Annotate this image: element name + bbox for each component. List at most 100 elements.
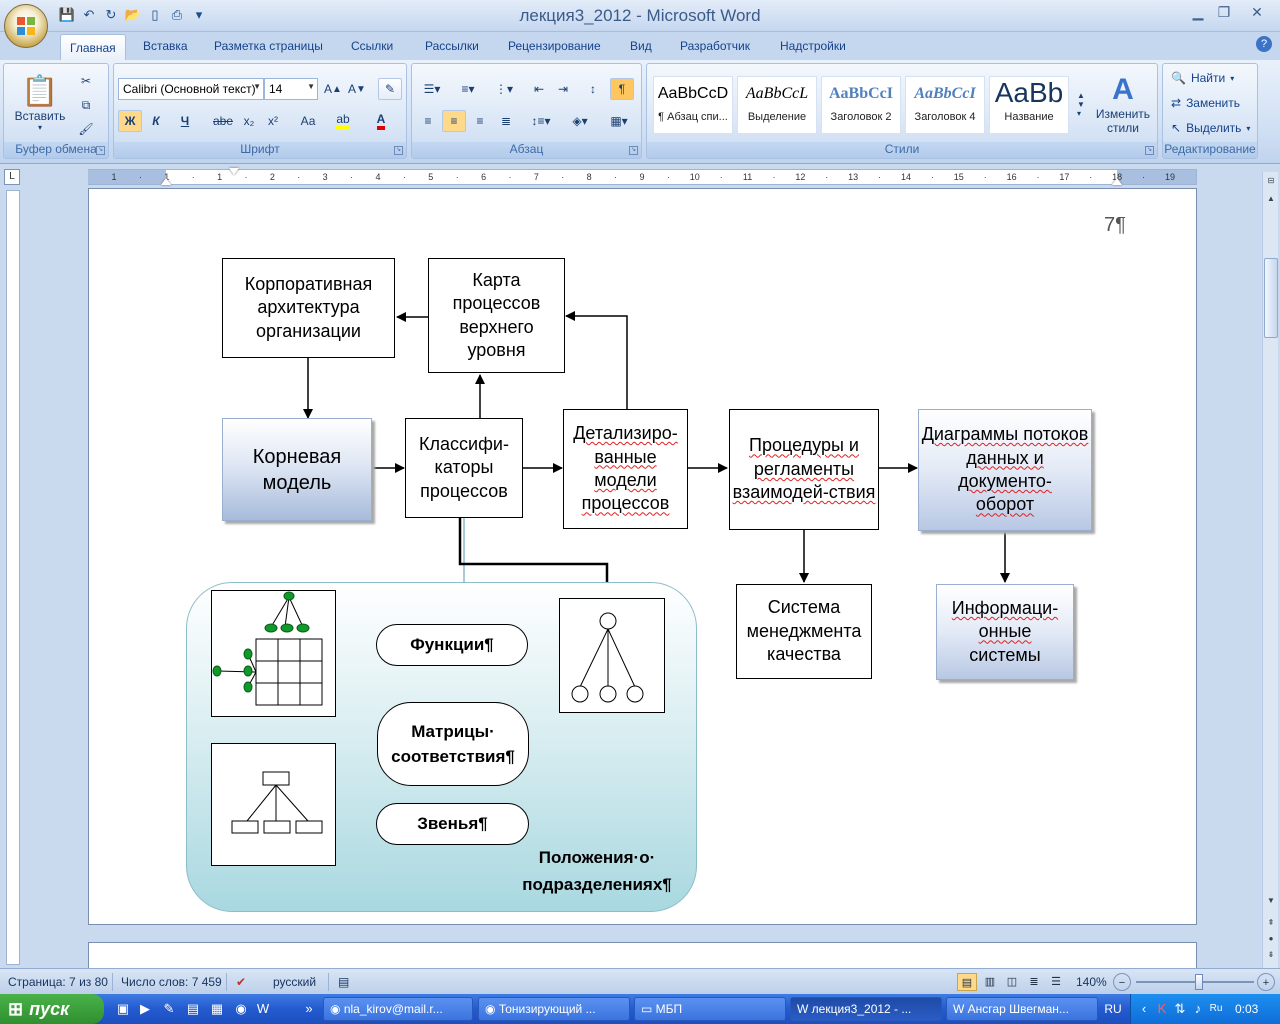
tab-addins[interactable]: Надстройки bbox=[780, 39, 846, 53]
zoom-level[interactable]: 140% bbox=[1076, 975, 1107, 989]
help-icon[interactable]: ? bbox=[1256, 36, 1272, 52]
show-desktop-icon[interactable]: ▣ bbox=[114, 1000, 132, 1018]
chrome-icon[interactable]: ◉ bbox=[232, 1000, 250, 1018]
tab-home[interactable]: Главная bbox=[60, 34, 126, 60]
antivirus-icon[interactable]: K bbox=[1153, 1000, 1171, 1018]
left-indent-marker[interactable] bbox=[161, 178, 171, 185]
start-button[interactable]: ⊞ пуск bbox=[0, 994, 104, 1024]
scroll-down-icon[interactable]: ▼ bbox=[1264, 894, 1278, 908]
first-line-indent-marker[interactable] bbox=[229, 168, 239, 175]
classifiers-box[interactable]: Классифи-каторы процессов bbox=[405, 418, 523, 518]
close-icon[interactable]: ✕ bbox=[1238, 2, 1276, 22]
tab-view[interactable]: Вид bbox=[630, 39, 652, 53]
procedures-box[interactable]: Процедуры и регламенты взаимодей-ствия bbox=[729, 409, 879, 530]
minimize-icon[interactable]: ▁ bbox=[1186, 2, 1210, 22]
tab-references[interactable]: Ссылки bbox=[351, 39, 393, 53]
process-map-box[interactable]: Карта процессов верхнего уровня bbox=[428, 258, 565, 373]
data-flow-diagrams-box[interactable]: Диаграммы потоков данных и документо- об… bbox=[918, 409, 1092, 531]
font-launcher-icon[interactable]: ↘ bbox=[394, 146, 403, 155]
multilevel-list-icon[interactable]: ⋮▾ bbox=[488, 78, 520, 100]
highlight-icon[interactable]: ab bbox=[328, 110, 358, 132]
align-left-icon[interactable]: ≡ bbox=[416, 110, 440, 132]
clipboard-launcher-icon[interactable]: ↘ bbox=[96, 146, 105, 155]
files-icon[interactable]: ▦ bbox=[208, 1000, 226, 1018]
language-indicator[interactable]: RU bbox=[1104, 1000, 1122, 1018]
vertical-ruler[interactable] bbox=[6, 190, 20, 965]
macro-record-icon[interactable]: ▤ bbox=[338, 975, 349, 989]
paste-button[interactable]: 📋 Вставить ▾ bbox=[10, 68, 70, 138]
tab-mailings[interactable]: Рассылки bbox=[425, 39, 479, 53]
tab-review[interactable]: Рецензирование bbox=[508, 39, 601, 53]
language-status[interactable]: русский bbox=[273, 975, 316, 989]
font-color-icon[interactable]: A bbox=[366, 110, 396, 132]
font-name-combo[interactable]: Calibri (Основной текст) ▼ bbox=[118, 78, 264, 100]
styles-launcher-icon[interactable]: ↘ bbox=[1145, 146, 1154, 155]
paragraph-launcher-icon[interactable]: ↘ bbox=[629, 146, 638, 155]
style-tile-heading-4[interactable]: AaBbCcI Заголовок 4 bbox=[905, 76, 985, 134]
scrollbar-thumb[interactable] bbox=[1264, 258, 1278, 338]
shading-icon[interactable]: ◈▾ bbox=[562, 110, 598, 132]
right-indent-marker[interactable] bbox=[1112, 178, 1122, 185]
keyboard-layout-icon[interactable]: Ru bbox=[1207, 1000, 1225, 1018]
information-systems-box[interactable]: Информаци- онные системы bbox=[936, 584, 1074, 680]
quality-management-box[interactable]: Система менеджмента качества bbox=[736, 584, 872, 679]
taskbar-item-word-2[interactable]: W Ансгар Швегман... bbox=[946, 997, 1098, 1021]
matrices-pill[interactable]: Матрицы· соответствия¶ bbox=[377, 702, 529, 786]
format-painter-icon[interactable]: 🖌 bbox=[74, 118, 98, 140]
style-tile-heading-2[interactable]: AaBbCcI Заголовок 2 bbox=[821, 76, 901, 134]
volume-icon[interactable]: ♪ bbox=[1189, 1000, 1207, 1018]
full-screen-reading-icon[interactable]: ▥ bbox=[980, 973, 1000, 991]
style-tile-emphasis[interactable]: AaBbCcL Выделение bbox=[737, 76, 817, 134]
bullets-icon[interactable]: ☰▾ bbox=[416, 78, 448, 100]
detailed-models-box[interactable]: Детализиро-ванные модели процессов bbox=[563, 409, 688, 529]
replace-button[interactable]: ⇄ Заменить bbox=[1171, 93, 1240, 113]
sort-icon[interactable]: ↕ bbox=[582, 78, 604, 100]
functions-matrix-figure[interactable] bbox=[211, 590, 336, 717]
explorer-icon[interactable]: ▤ bbox=[184, 1000, 202, 1018]
ruler-toggle-icon[interactable]: ⊟ bbox=[1264, 174, 1278, 188]
zoom-out-icon[interactable]: − bbox=[1113, 973, 1131, 991]
show-marks-icon[interactable]: ¶ bbox=[610, 78, 634, 100]
root-model-box[interactable]: Корневая модель bbox=[222, 418, 372, 521]
numbering-icon[interactable]: ≡▾ bbox=[452, 78, 484, 100]
align-center-icon[interactable]: ≡ bbox=[442, 110, 466, 132]
cut-icon[interactable]: ✂ bbox=[74, 70, 98, 92]
italic-button[interactable]: К bbox=[144, 110, 168, 132]
browse-object-icon[interactable]: ● bbox=[1264, 932, 1278, 946]
underline-button[interactable]: Ч bbox=[170, 110, 200, 132]
tray-arrow-icon[interactable]: ‹ bbox=[1135, 1000, 1153, 1018]
find-button[interactable]: 🔍 Найти ▾ bbox=[1171, 68, 1234, 88]
quick-launch-more-icon[interactable]: » bbox=[300, 1000, 318, 1018]
decrease-indent-icon[interactable]: ⇤ bbox=[528, 78, 550, 100]
web-layout-icon[interactable]: ◫ bbox=[1002, 973, 1022, 991]
tab-stop-selector[interactable]: L bbox=[4, 169, 20, 185]
select-button[interactable]: ↖ Выделить ▾ bbox=[1171, 118, 1250, 138]
borders-icon[interactable]: ▦▾ bbox=[602, 110, 636, 132]
proofing-icon[interactable]: ✔ bbox=[236, 975, 246, 989]
corporate-architecture-box[interactable]: Корпоративная архитектура организации bbox=[222, 258, 395, 358]
tab-page-layout[interactable]: Разметка страницы bbox=[214, 39, 323, 53]
previous-page-icon[interactable]: ⇞ bbox=[1264, 916, 1278, 930]
shrink-font-icon[interactable]: A ▼ bbox=[346, 78, 368, 100]
style-tile-list-paragraph[interactable]: AaBbCcD ¶ Абзац спи... bbox=[653, 76, 733, 134]
outline-view-icon[interactable]: ≣ bbox=[1024, 973, 1044, 991]
network-icon[interactable]: ⇅ bbox=[1171, 1000, 1189, 1018]
strikethrough-button[interactable]: abe bbox=[210, 110, 236, 132]
page-count-status[interactable]: Страница: 7 из 80 bbox=[8, 975, 108, 989]
justify-icon[interactable]: ≣ bbox=[494, 110, 518, 132]
tab-insert[interactable]: Вставка bbox=[143, 39, 188, 53]
horizontal-ruler[interactable]: L 1 · 1 · 1 · 2 · 3 · 4 · 5 · 6 · 7 · 8 · 9 · 10 · 11 · 12 · 13 · 14 · 1… bbox=[0, 165, 1280, 187]
subscript-button[interactable]: x₂ bbox=[238, 110, 260, 132]
style-tile-title[interactable]: AaBb Название bbox=[989, 76, 1069, 134]
next-page-icon[interactable]: ⇟ bbox=[1264, 948, 1278, 962]
scroll-up-icon[interactable]: ▲ bbox=[1264, 192, 1278, 206]
restore-icon[interactable]: ❐ bbox=[1212, 2, 1236, 22]
bold-button[interactable]: Ж bbox=[118, 110, 142, 132]
line-spacing-icon[interactable]: ↕≡▾ bbox=[524, 110, 558, 132]
copy-icon[interactable]: ⧉ bbox=[74, 94, 98, 116]
taskbar-item-word-lecture[interactable]: W лекция3_2012 - ... bbox=[790, 997, 942, 1021]
align-right-icon[interactable]: ≡ bbox=[468, 110, 492, 132]
quick-launch-icon[interactable]: ✎ bbox=[160, 1000, 178, 1018]
units-pill[interactable]: Звенья¶ bbox=[376, 803, 529, 845]
draft-view-icon[interactable]: ☰ bbox=[1046, 973, 1066, 991]
